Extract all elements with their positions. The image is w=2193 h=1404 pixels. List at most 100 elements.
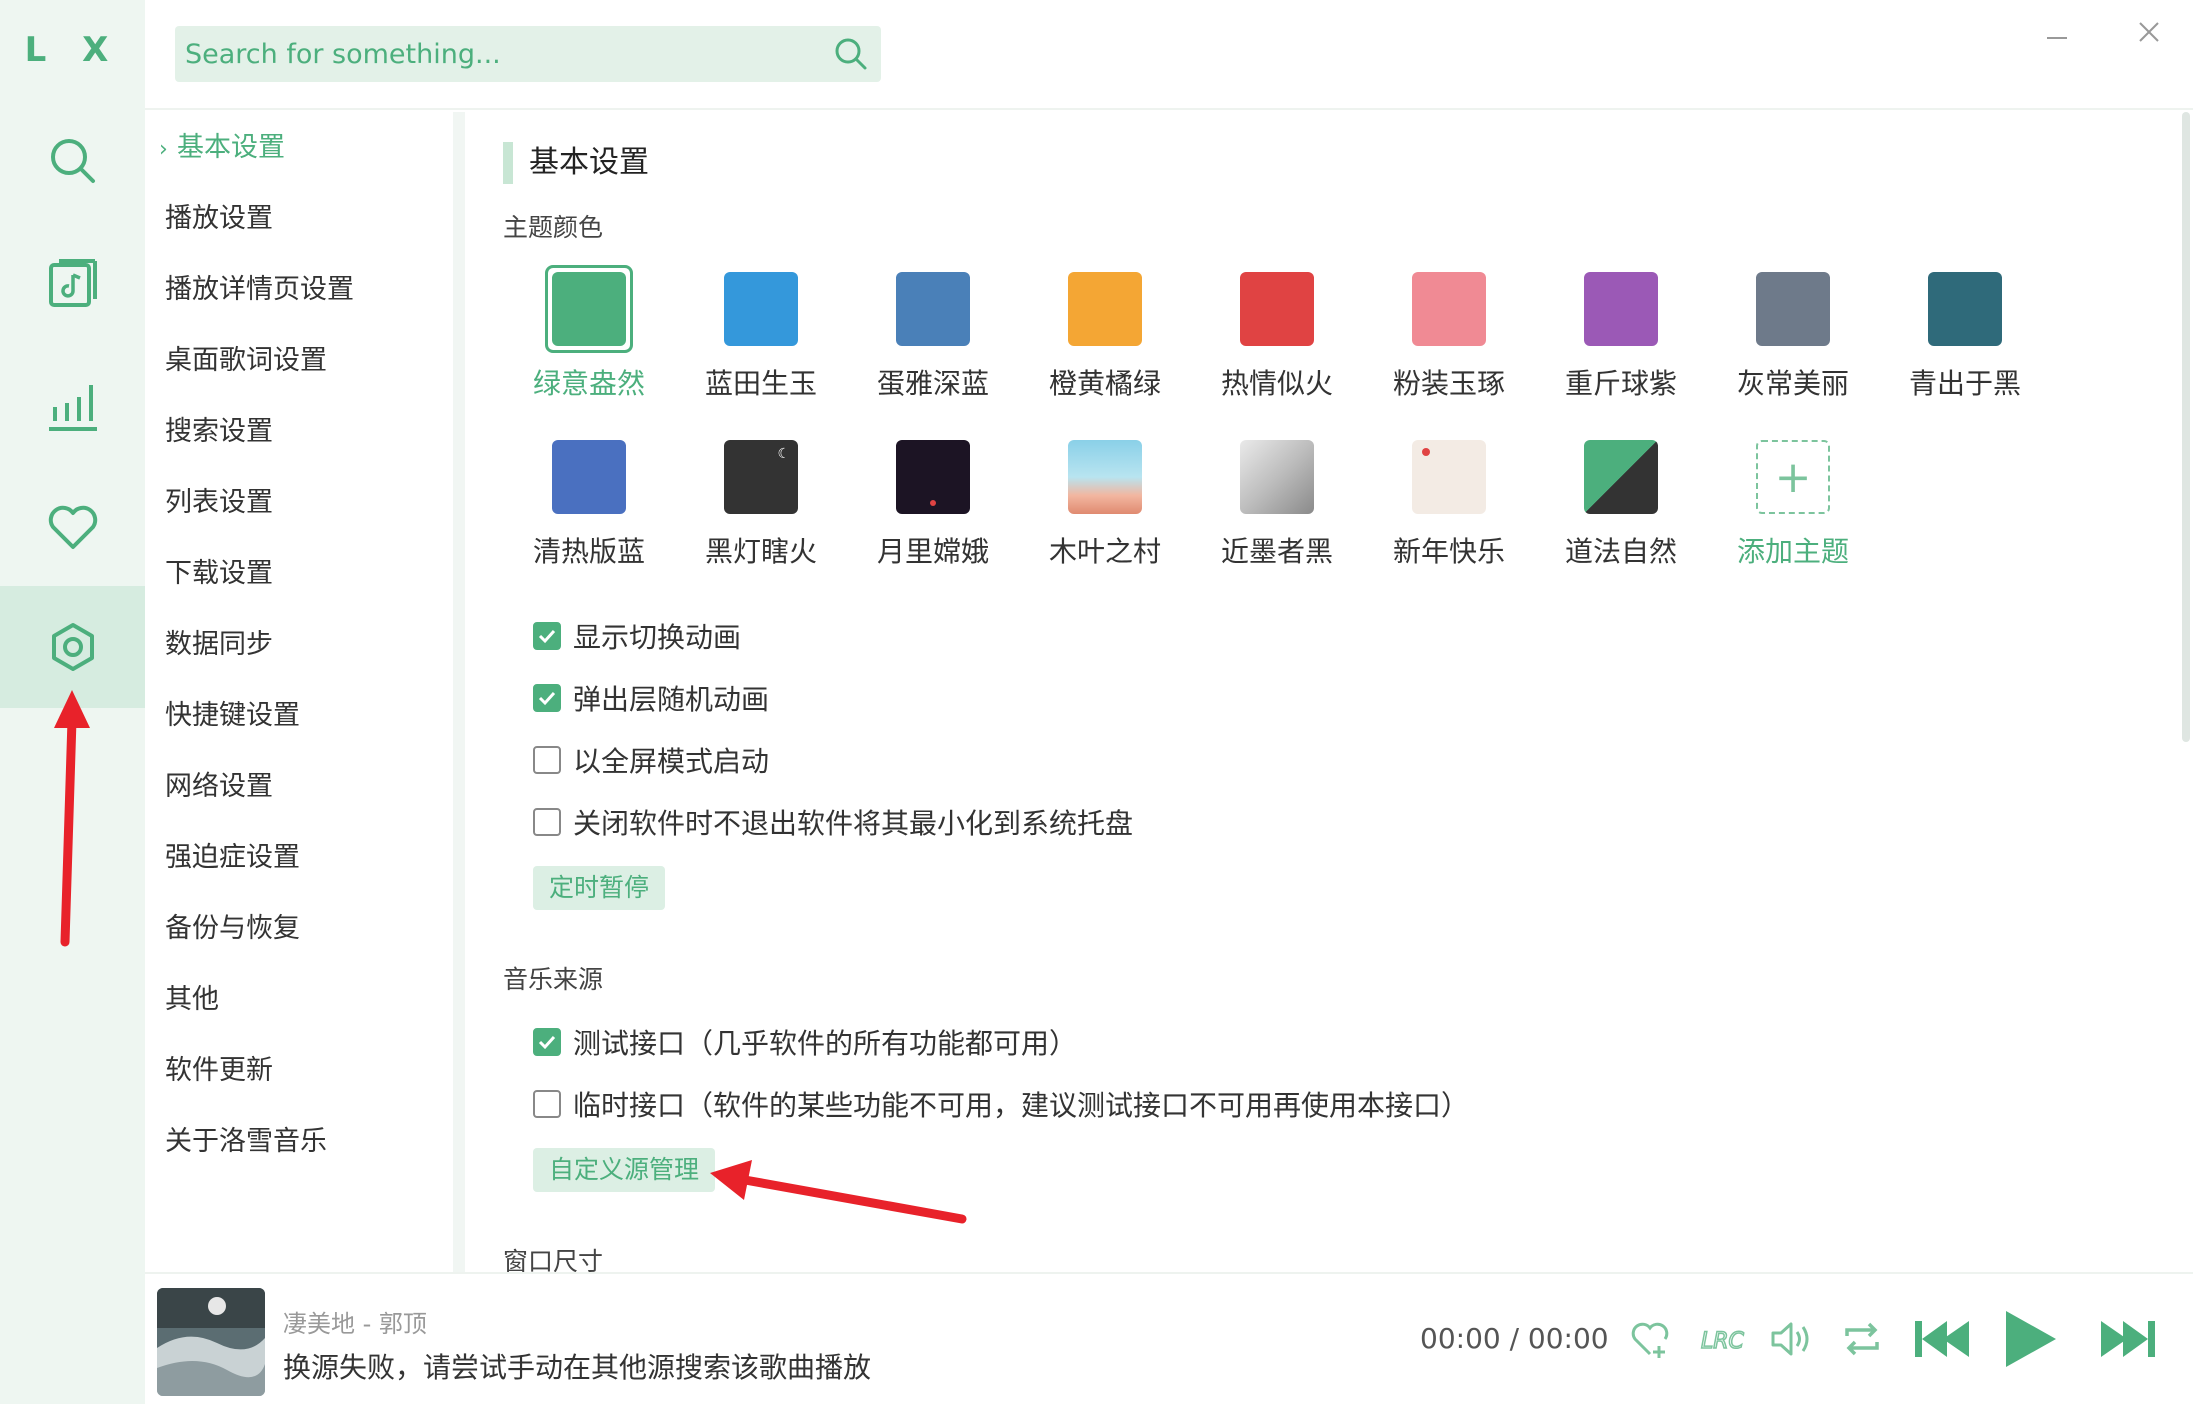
skip-next-icon bbox=[2101, 1321, 2155, 1357]
menu-item-hotkey[interactable]: 快捷键设置 bbox=[165, 696, 300, 736]
nav-song-list[interactable] bbox=[0, 222, 145, 344]
repeat-mode-button[interactable] bbox=[1837, 1314, 1887, 1364]
svg-text:LRC: LRC bbox=[1701, 1329, 1745, 1354]
nav-leaderboard[interactable] bbox=[0, 344, 145, 466]
player-bar: 凄美地 - 郭顶 换源失败，请尝试手动在其他源搜索该歌曲播放 00:00 / 0… bbox=[145, 1272, 2193, 1404]
skip-previous-icon bbox=[1915, 1321, 1969, 1357]
theme-item[interactable]: 清热版蓝 bbox=[519, 440, 659, 570]
checkbox[interactable] bbox=[533, 1090, 561, 1118]
theme-item[interactable]: 道法自然 bbox=[1551, 440, 1691, 570]
song-list-icon bbox=[48, 259, 97, 307]
checkbox[interactable] bbox=[533, 622, 561, 650]
checkbox[interactable] bbox=[533, 808, 561, 836]
theme-swatch bbox=[1756, 272, 1830, 346]
theme-swatch bbox=[1412, 440, 1486, 514]
check-test-api[interactable]: 测试接口（几乎软件的所有功能都可用） bbox=[533, 1022, 1077, 1062]
nav-rail: L X bbox=[0, 0, 145, 1404]
nav-settings[interactable] bbox=[0, 586, 145, 708]
menu-item-desktop-lyric[interactable]: 桌面歌词设置 bbox=[165, 341, 327, 381]
previous-button[interactable] bbox=[1911, 1314, 1975, 1364]
menu-item-update[interactable]: 软件更新 bbox=[165, 1051, 273, 1091]
theme-item[interactable]: 重斤球紫 bbox=[1551, 272, 1691, 402]
close-icon bbox=[2139, 22, 2159, 42]
timer-pause-button[interactable]: 定时暂停 bbox=[533, 866, 666, 910]
minimize-button[interactable] bbox=[2033, 12, 2081, 52]
custom-source-button[interactable]: 自定义源管理 bbox=[533, 1148, 716, 1192]
theme-swatch bbox=[1412, 272, 1486, 346]
menu-item-basic[interactable]: › 基本设置 bbox=[159, 128, 285, 168]
album-cover[interactable] bbox=[157, 1288, 265, 1396]
theme-item[interactable]: 新年快乐 bbox=[1379, 440, 1519, 570]
minimize-icon bbox=[2047, 37, 2067, 39]
add-theme-button[interactable]: + 添加主题 bbox=[1723, 440, 1863, 570]
menu-item-other[interactable]: 其他 bbox=[165, 980, 219, 1020]
theme-item[interactable]: 木叶之村 bbox=[1035, 440, 1175, 570]
search-icon bbox=[50, 139, 95, 183]
settings-icon bbox=[51, 623, 94, 671]
checkbox[interactable] bbox=[533, 684, 561, 712]
theme-swatch bbox=[1068, 272, 1142, 346]
app-window: L X ›基本设置 播放设置 播放详情页设置 bbox=[0, 0, 2193, 1404]
desktop-lyric-button[interactable]: LRC bbox=[1697, 1314, 1747, 1364]
search-icon[interactable] bbox=[831, 34, 871, 74]
repeat-icon bbox=[1845, 1322, 1879, 1356]
checkbox[interactable] bbox=[533, 1028, 561, 1056]
check-fullscreen-start[interactable]: 以全屏模式启动 bbox=[533, 740, 769, 780]
check-icon bbox=[538, 1035, 556, 1050]
next-button[interactable] bbox=[2095, 1314, 2159, 1364]
menu-item-sync[interactable]: 数据同步 bbox=[165, 625, 273, 665]
like-button[interactable] bbox=[1625, 1314, 1675, 1364]
nav-favorites[interactable] bbox=[0, 466, 145, 588]
theme-item[interactable]: 绿意盎然 bbox=[519, 265, 659, 402]
chevron-right-icon: › bbox=[159, 137, 168, 162]
theme-swatch bbox=[1240, 440, 1314, 514]
lantern-dot bbox=[930, 500, 936, 506]
lantern-dot bbox=[1422, 448, 1430, 456]
album-art-image bbox=[157, 1288, 265, 1396]
content-scrollbar[interactable] bbox=[2182, 112, 2190, 742]
menu-item-network[interactable]: 网络设置 bbox=[165, 767, 273, 807]
theme-item[interactable]: 蛋雅深蓝 bbox=[863, 272, 1003, 402]
theme-item[interactable]: ☾ 黑灯瞎火 bbox=[691, 440, 831, 570]
check-popup-random-animation[interactable]: 弹出层随机动画 bbox=[533, 678, 769, 718]
theme-item[interactable]: 近墨者黑 bbox=[1207, 440, 1347, 570]
menu-item-backup[interactable]: 备份与恢复 bbox=[165, 909, 300, 949]
search-input[interactable] bbox=[175, 26, 815, 82]
theme-item[interactable]: 青出于黑 bbox=[1895, 272, 2035, 402]
theme-swatch bbox=[552, 440, 626, 514]
close-button[interactable] bbox=[2125, 12, 2173, 52]
theme-item[interactable]: 橙黄橘绿 bbox=[1035, 272, 1175, 402]
menu-item-ocd[interactable]: 强迫症设置 bbox=[165, 838, 300, 878]
check-switch-animation[interactable]: 显示切换动画 bbox=[533, 616, 741, 656]
plus-icon: + bbox=[1756, 440, 1830, 514]
check-temp-api[interactable]: 临时接口（软件的某些功能不可用，建议测试接口不可用再使用本接口） bbox=[533, 1084, 1469, 1124]
menu-item-play-detail[interactable]: 播放详情页设置 bbox=[165, 270, 354, 310]
settings-content: 基本设置 主题颜色 绿意盎然 蓝田生玉 蛋雅深蓝 橙黄橘绿 热情似火 粉装玉琢 … bbox=[475, 112, 2175, 1272]
menu-item-list[interactable]: 列表设置 bbox=[165, 483, 273, 523]
top-bar bbox=[145, 0, 2193, 110]
menu-item-about[interactable]: 关于洛雪音乐 bbox=[165, 1122, 327, 1162]
theme-item[interactable]: 月里嫦娥 bbox=[863, 440, 1003, 570]
theme-item[interactable]: 热情似火 bbox=[1207, 272, 1347, 402]
nav-search[interactable] bbox=[0, 100, 145, 222]
settings-menu: › 基本设置 播放设置 播放详情页设置 桌面歌词设置 搜索设置 列表设置 下载设置… bbox=[145, 112, 465, 1272]
check-icon bbox=[538, 691, 556, 706]
theme-swatch bbox=[724, 272, 798, 346]
menu-item-download[interactable]: 下载设置 bbox=[165, 554, 273, 594]
song-title[interactable]: 凄美地 - 郭顶 bbox=[283, 1304, 427, 1339]
theme-swatch bbox=[896, 272, 970, 346]
check-minimize-to-tray[interactable]: 关闭软件时不退出软件将其最小化到系统托盘 bbox=[533, 802, 1133, 842]
theme-item[interactable]: 蓝田生玉 bbox=[691, 272, 831, 402]
theme-swatch bbox=[552, 272, 626, 346]
menu-item-play[interactable]: 播放设置 bbox=[165, 199, 273, 239]
volume-button[interactable] bbox=[1767, 1314, 1817, 1364]
section-title: 基本设置 bbox=[503, 142, 649, 184]
play-time: 00:00 / 00:00 bbox=[1420, 1322, 1609, 1355]
theme-item[interactable]: 粉装玉琢 bbox=[1379, 272, 1519, 402]
menu-item-search[interactable]: 搜索设置 bbox=[165, 412, 273, 452]
checkbox[interactable] bbox=[533, 746, 561, 774]
theme-item[interactable]: 灰常美丽 bbox=[1723, 272, 1863, 402]
play-button[interactable] bbox=[1995, 1304, 2065, 1374]
app-logo: L X bbox=[24, 30, 121, 70]
theme-swatch bbox=[1584, 440, 1658, 514]
